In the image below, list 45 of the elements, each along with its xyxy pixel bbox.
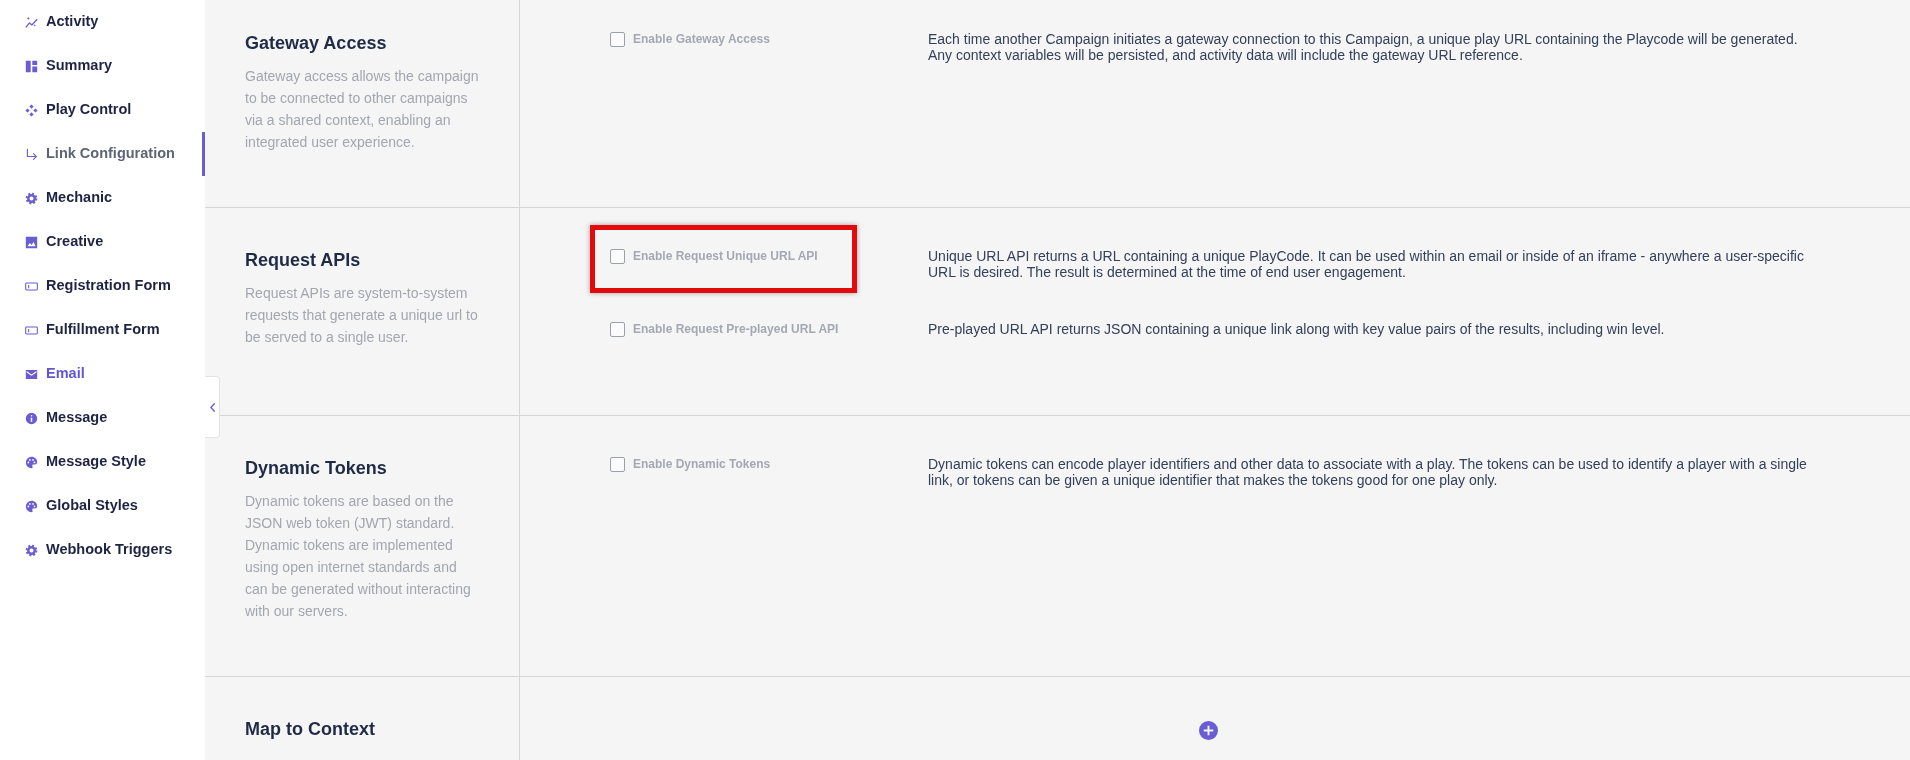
collapse-button[interactable]	[205, 376, 220, 438]
option-description: Dynamic tokens can encode player identifiers and other data to associate with a play. The tokens can be used to identify a player with a single link, or tokens can be given a unique identifier that makes the tokens good for one play only.	[928, 456, 1808, 488]
sidebar-item[interactable]: Activity	[0, 0, 205, 44]
section-title: Map to Context	[245, 718, 376, 741]
section-description: Dynamic tokens are based on the JSON web token (JWT) standard. Dynamic tokens are implemented using open internet standards and can be generated without interacting with our servers.	[245, 492, 472, 621]
info-icon	[25, 411, 38, 425]
dashboard-icon	[25, 59, 38, 73]
input-field-icon	[25, 279, 38, 293]
sidebar-item[interactable]: Summary	[0, 44, 205, 88]
checkbox[interactable]	[610, 456, 625, 472]
sidebar-item[interactable]: Mechanic	[0, 176, 205, 220]
chevron-left-icon	[209, 402, 215, 412]
envelope-icon	[25, 367, 38, 381]
option-description: Each time another Campaign initiates a gateway connection to this Campaign, a unique play URL containing the Playcode will be generated. Any context variables will be persisted, and activity data will include the gateway URL reference.	[928, 31, 1799, 63]
option-description: Unique URL API returns a URL containing a unique PlayCode. It can be used within an email or inside of an iframe - anywhere a user-specific URL is desired. The result is determined at the time of end user engagement.	[928, 248, 1805, 280]
checkbox[interactable]	[610, 321, 625, 337]
sidebar-item[interactable]: Registration Form	[0, 264, 205, 308]
image-icon	[25, 235, 38, 249]
checkbox[interactable]	[610, 31, 625, 47]
section-title: Request APIs	[245, 249, 362, 272]
section-description: Request APIs are system-to-system requests that generate a unique url to be served to a single user.	[245, 284, 479, 347]
section-title: Dynamic Tokens	[245, 457, 388, 480]
dpad-icon	[25, 103, 38, 117]
sidebar-item[interactable]: Email	[0, 352, 205, 396]
sidebar-item[interactable]: Message Style	[0, 440, 205, 484]
sidebar-item[interactable]: Link Configuration	[0, 132, 205, 176]
gear-icon	[25, 191, 38, 205]
sidebar-item[interactable]: Fulfillment Form	[0, 308, 205, 352]
option-description: Pre-played URL API returns JSON containing a unique link along with key value pairs of the results, including win level.	[928, 321, 1666, 337]
section-description: Gateway access allows the campaign to be connected to other campaigns via a shared context, enabling an integrated user experience.	[245, 67, 480, 152]
gear-icon	[25, 543, 38, 557]
add-button[interactable]	[1198, 721, 1218, 740]
plus-icon	[1198, 721, 1218, 740]
sidebar-item[interactable]: Global Styles	[0, 484, 205, 528]
sidebar-item[interactable]: Webhook Triggers	[0, 528, 205, 572]
checkbox[interactable]	[610, 248, 625, 264]
palette-icon	[25, 499, 38, 513]
turn-arrow-icon	[25, 147, 38, 161]
sidebar-item[interactable]: Creative	[0, 220, 205, 264]
input-field-icon	[25, 323, 38, 337]
section-title: Gateway Access	[245, 32, 388, 55]
sidebar-item[interactable]: Message	[0, 396, 205, 440]
palette-icon	[25, 455, 38, 469]
sidebar-item[interactable]: Play Control	[0, 88, 205, 132]
trend-line-icon	[25, 15, 38, 29]
